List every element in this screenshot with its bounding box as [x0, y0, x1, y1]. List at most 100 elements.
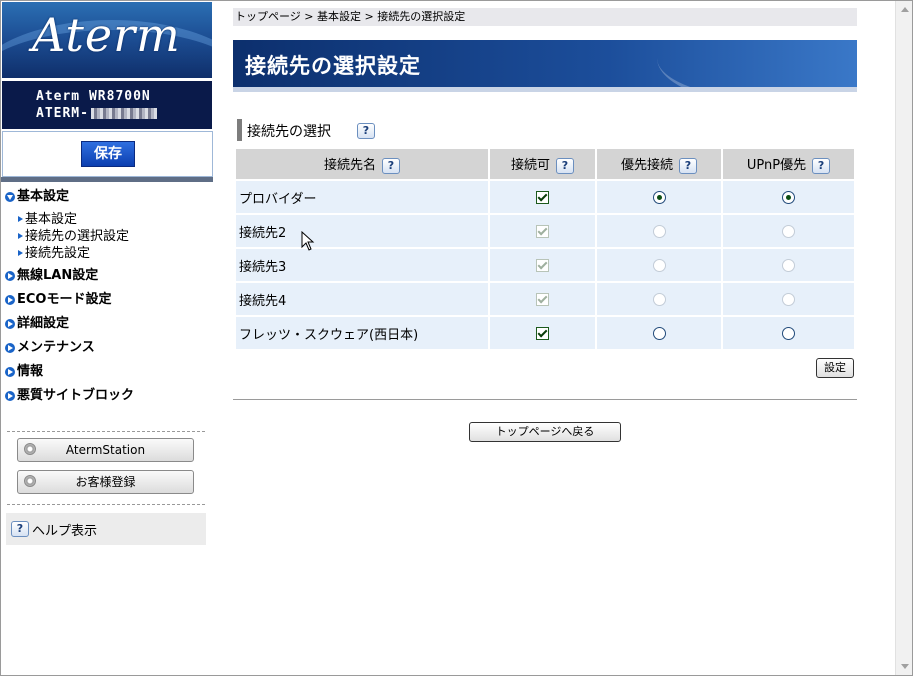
help-icon[interactable]: ?	[357, 123, 375, 139]
scroll-down-icon[interactable]	[896, 658, 912, 675]
nav-menu: 基本設定 基本設定 接続先の選択設定 接続先設定 無線LAN設定 ECOモード設…	[3, 187, 211, 410]
priority-radio	[652, 292, 666, 306]
connection-name: プロバイダー	[236, 181, 488, 213]
page-title-bar: 接続先の選択設定	[233, 40, 857, 87]
aterm-logo: Aterm	[2, 2, 212, 78]
save-button[interactable]: 保存	[81, 141, 135, 167]
arrow-right-icon	[5, 391, 15, 401]
arrow-right-icon	[5, 367, 15, 377]
back-to-top-button[interactable]: トップページへ戻る	[469, 422, 621, 442]
enable-cell	[490, 215, 595, 247]
section-title: 接続先の選択	[247, 124, 331, 140]
vertical-scrollbar[interactable]	[895, 1, 912, 675]
help-icon[interactable]: ?	[679, 157, 697, 174]
nav-basic-settings[interactable]: 基本設定	[3, 187, 211, 211]
nav-wireless-lan[interactable]: 無線LAN設定	[3, 266, 211, 290]
enable-checkbox	[536, 292, 549, 306]
upnp-cell	[723, 181, 854, 213]
upnp-radio[interactable]	[782, 326, 795, 340]
mouse-cursor-icon	[301, 231, 315, 251]
nav-sub-connection-settings[interactable]: 接続先設定	[3, 245, 211, 262]
sidebar: Aterm Aterm WR8700N ATERM- 保存 基本設定 基本設定 …	[1, 1, 213, 675]
arrow-right-icon	[5, 319, 15, 329]
help-icon[interactable]: ?	[382, 157, 400, 174]
help-icon[interactable]: ?	[812, 157, 831, 174]
priority-cell	[597, 215, 721, 247]
nav-info[interactable]: 情報	[3, 362, 211, 386]
connection-table: 接続先名? 接続可? 優先接続? UPnP優先? プロバイダー 接続先2 接続先3 接…	[234, 147, 856, 351]
help-icon[interactable]: ?	[556, 157, 574, 174]
column-header: 接続先名?	[236, 149, 488, 179]
arrow-right-icon	[5, 343, 15, 353]
nav-sub-basic[interactable]: 基本設定	[3, 211, 211, 228]
upnp-cell	[723, 283, 854, 315]
enable-cell	[490, 283, 595, 315]
upnp-cell	[723, 249, 854, 281]
enable-cell	[490, 317, 595, 349]
upnp-cell	[723, 215, 854, 247]
priority-radio	[652, 258, 666, 272]
expand-arrow-icon	[5, 192, 15, 202]
priority-cell	[597, 249, 721, 281]
divider	[7, 431, 205, 432]
priority-cell	[597, 181, 721, 213]
enable-checkbox	[536, 224, 549, 238]
priority-cell	[597, 317, 721, 349]
arrow-right-icon	[5, 271, 15, 281]
logo-text: Aterm	[32, 8, 181, 62]
connection-name: フレッツ・スクウェア(西日本)	[236, 317, 488, 349]
device-name: ATERM-	[36, 106, 157, 121]
priority-radio[interactable]	[652, 326, 666, 340]
column-header: 接続可?	[490, 149, 595, 179]
connection-name: 接続先2	[236, 215, 488, 247]
set-button[interactable]: 設定	[816, 358, 854, 378]
upnp-radio[interactable]	[782, 190, 795, 204]
radio-bullet-icon	[24, 475, 36, 487]
nav-maintenance[interactable]: メンテナンス	[3, 338, 211, 362]
model-name: Aterm WR8700N	[36, 89, 151, 104]
divider	[7, 504, 205, 505]
table-header-row: 接続先名? 接続可? 優先接続? UPnP優先?	[236, 149, 854, 179]
table-row: プロバイダー	[236, 181, 854, 213]
column-header: 優先接続?	[597, 149, 721, 179]
save-panel: 保存	[2, 131, 213, 177]
priority-cell	[597, 283, 721, 315]
help-icon: ?	[11, 521, 29, 537]
upnp-radio	[782, 292, 795, 306]
arrow-right-icon	[5, 295, 15, 305]
connection-name: 接続先4	[236, 283, 488, 315]
page-title: 接続先の選択設定	[245, 54, 421, 78]
nav-eco-mode[interactable]: ECOモード設定	[3, 290, 211, 314]
upnp-cell	[723, 317, 854, 349]
enable-checkbox[interactable]	[536, 326, 549, 340]
enable-checkbox	[536, 258, 549, 272]
connection-name: 接続先3	[236, 249, 488, 281]
priority-radio[interactable]	[652, 190, 666, 204]
help-label: ヘルプ表示	[32, 524, 98, 539]
table-row: 接続先3	[236, 249, 854, 281]
sidebar-divider	[1, 177, 213, 182]
upnp-radio	[782, 258, 795, 272]
aterm-station-button[interactable]: AtermStation	[17, 438, 194, 462]
divider	[233, 399, 857, 400]
browser-frame: Aterm Aterm WR8700N ATERM- 保存 基本設定 基本設定 …	[0, 0, 913, 676]
table-row: 接続先2	[236, 215, 854, 247]
customer-register-button[interactable]: お客様登録	[17, 470, 194, 494]
upnp-radio	[782, 224, 795, 238]
nav-malicious-site-block[interactable]: 悪質サイトブロック	[3, 386, 211, 410]
model-info: Aterm WR8700N ATERM-	[2, 81, 212, 129]
radio-bullet-icon	[24, 443, 36, 455]
enable-checkbox[interactable]	[536, 190, 549, 204]
masked-id	[90, 108, 157, 119]
help-toggle[interactable]: ? ヘルプ表示	[6, 513, 206, 545]
nav-sub-connection-select[interactable]: 接続先の選択設定	[3, 228, 211, 245]
nav-advanced[interactable]: 詳細設定	[3, 314, 211, 338]
table-row: フレッツ・スクウェア(西日本)	[236, 317, 854, 349]
table-row: 接続先4	[236, 283, 854, 315]
column-header: UPnP優先?	[723, 149, 854, 179]
scroll-up-icon[interactable]	[896, 1, 912, 18]
priority-radio	[652, 224, 666, 238]
enable-cell	[490, 181, 595, 213]
title-underline	[233, 87, 857, 92]
enable-cell	[490, 249, 595, 281]
